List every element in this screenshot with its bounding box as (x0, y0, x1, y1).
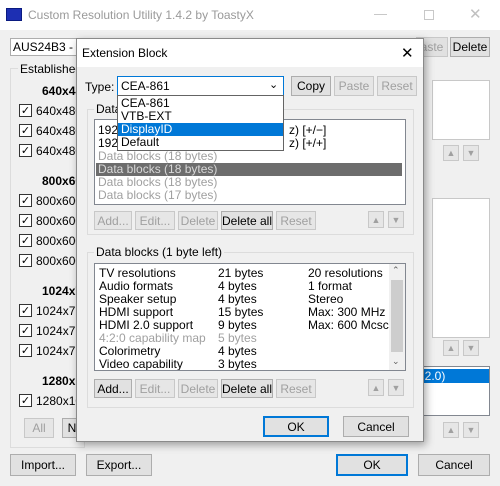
detailed-edit-button[interactable]: Edit... (135, 211, 175, 230)
main-up-arrow-1[interactable]: ▲ (443, 145, 459, 161)
established-label: Established (18, 62, 85, 76)
scroll-thumb[interactable] (391, 280, 403, 352)
chevron-down-icon: ⌄ (269, 79, 279, 91)
main-down-arrow-1[interactable]: ▼ (463, 145, 479, 161)
checkbox-1280-1[interactable]: ✓ (19, 394, 32, 407)
data-blocks-add-button[interactable]: Add... (94, 379, 132, 398)
reset-button[interactable]: Reset (377, 76, 417, 96)
main-cancel-button[interactable]: Cancel (418, 454, 490, 476)
main-ok-button[interactable]: OK (336, 454, 408, 476)
main-down-arrow-3[interactable]: ▼ (463, 422, 479, 438)
scroll-down-icon[interactable]: ⌄ (392, 356, 400, 367)
paste-button[interactable]: Paste (334, 76, 374, 96)
checkbox-800-4[interactable]: ✓ (19, 254, 32, 267)
type-label: Type: (85, 80, 115, 94)
dialog-title-bar: Extension Block ✕ (77, 39, 423, 67)
data-blocks-edit-button[interactable]: Edit... (135, 379, 175, 398)
dialog-title: Extension Block (82, 46, 168, 60)
type-select[interactable]: CEA-861 ⌄ (117, 76, 284, 96)
delete-button[interactable]: Delete (450, 37, 490, 57)
main-right-list-2[interactable] (432, 198, 490, 338)
main-window-title: Custom Resolution Utility 1.4.2 by Toast… (28, 8, 254, 22)
export-button[interactable]: Export... (86, 454, 152, 476)
data-block-info: Max: 600 Mcsc (308, 318, 389, 332)
type-dropdown-list[interactable]: CEA-861 VTB-EXT DisplayID Default (117, 95, 284, 151)
checkbox-640-3[interactable]: ✓ (19, 144, 32, 157)
data-blocks-down-arrow[interactable]: ▼ (388, 379, 404, 396)
data-blocks-list[interactable]: TV resolutions 21 bytes 20 resolutions Audi… (94, 263, 406, 371)
checkbox-1024-3[interactable]: ✓ (19, 344, 32, 357)
checkbox-800-1[interactable]: ✓ (19, 194, 32, 207)
checkbox-640-1[interactable]: ✓ (19, 104, 32, 117)
monitor-select[interactable]: AUS24B3 - X( (10, 38, 82, 56)
detailed-down-arrow[interactable]: ▼ (388, 211, 404, 228)
detailed-add-button[interactable]: Add... (94, 211, 132, 230)
scroll-up-icon[interactable]: ⌃ (392, 265, 400, 276)
extension-block-dialog: Extension Block ✕ Type: CEA-861 ⌄ Copy P… (76, 38, 424, 442)
minimize-icon[interactable]: — (374, 6, 387, 21)
data-blocks-up-arrow[interactable]: ▲ (368, 379, 384, 396)
dialog-ok-button[interactable]: OK (263, 416, 329, 437)
checkbox-1024-1[interactable]: ✓ (19, 304, 32, 317)
data-blocks-scrollbar[interactable]: ⌃ ⌄ (389, 264, 405, 370)
detailed-up-arrow[interactable]: ▲ (368, 211, 384, 228)
copy-button[interactable]: Copy (291, 76, 331, 96)
data-blocks-reset-button[interactable]: Reset (276, 379, 316, 398)
import-button[interactable]: Import... (10, 454, 76, 476)
all-button[interactable]: All (24, 418, 54, 438)
checkbox-800-2[interactable]: ✓ (19, 214, 32, 227)
main-down-arrow-2[interactable]: ▼ (463, 340, 479, 356)
checkbox-800-3[interactable]: ✓ (19, 234, 32, 247)
type-option[interactable]: Default (118, 136, 283, 149)
detailed-delete-button[interactable]: Delete (178, 211, 218, 230)
data-block-name: Video capability (99, 357, 183, 371)
checkbox-1024-2[interactable]: ✓ (19, 324, 32, 337)
data-blocks-delete-all-button[interactable]: Delete all (221, 379, 273, 398)
data-blocks-delete-button[interactable]: Delete (178, 379, 218, 398)
maximize-icon[interactable] (424, 10, 434, 20)
main-title-bar: Custom Resolution Utility 1.4.2 by Toast… (0, 0, 500, 30)
dialog-cancel-button[interactable]: Cancel (343, 416, 409, 437)
checkbox-640-2[interactable]: ✓ (19, 124, 32, 137)
dialog-close-icon[interactable]: ✕ (401, 44, 414, 62)
detailed-row-2-right: z) [+/+] (289, 136, 327, 150)
main-close-icon[interactable]: ✕ (469, 5, 482, 23)
data-block-size: 3 bytes (218, 357, 257, 371)
detailed-reset-button[interactable]: Reset (276, 211, 316, 230)
app-icon (6, 8, 22, 21)
main-up-arrow-2[interactable]: ▲ (443, 340, 459, 356)
block-row-4[interactable]: Data blocks (17 bytes) (98, 189, 217, 202)
main-up-arrow-3[interactable]: ▲ (443, 422, 459, 438)
data-blocks-group-label: Data blocks (1 byte left) (94, 245, 225, 259)
detailed-delete-all-button[interactable]: Delete all (221, 211, 273, 230)
main-right-list-1[interactable] (432, 80, 490, 140)
